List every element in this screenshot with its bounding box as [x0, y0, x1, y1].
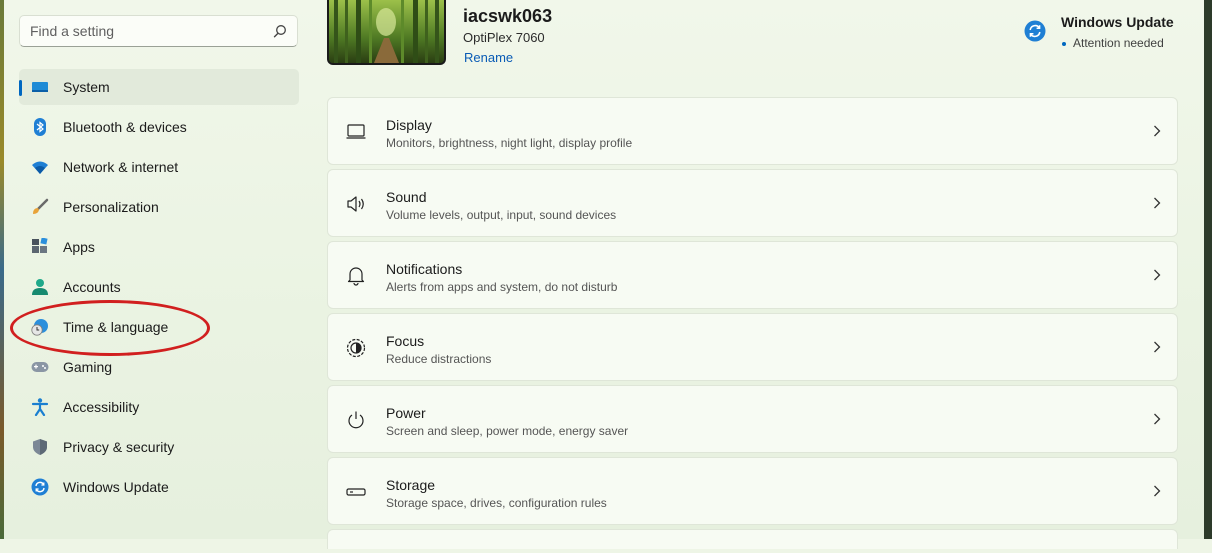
system-settings-list: Display Monitors, brightness, night ligh… [327, 97, 1178, 553]
card-next-partial[interactable] [327, 529, 1178, 549]
card-title: Sound [386, 189, 427, 205]
card-subtitle: Alerts from apps and system, do not dist… [386, 280, 618, 294]
card-subtitle: Screen and sleep, power mode, energy sav… [386, 424, 629, 438]
sidebar-item-accessibility[interactable]: Accessibility [19, 389, 299, 425]
sidebar-item-label: Windows Update [63, 479, 169, 495]
sidebar-item-label: Network & internet [63, 159, 179, 175]
sidebar-item-label: System [63, 79, 110, 95]
speaker-icon [347, 196, 364, 212]
sidebar-item-personalization[interactable]: Personalization [19, 189, 299, 225]
storage-icon [346, 488, 366, 496]
card-subtitle: Volume levels, output, input, sound devi… [386, 208, 617, 222]
card-subtitle: Monitors, brightness, night light, displ… [386, 136, 633, 150]
chevron-right-icon [1154, 341, 1161, 353]
power-icon [348, 411, 364, 429]
sidebar-item-label: Gaming [63, 359, 113, 375]
sidebar-item-system[interactable]: System [19, 69, 299, 105]
sidebar-nav: System Bluetooth & devices Network & int… [19, 69, 299, 509]
card-subtitle: Storage space, drives, configuration rul… [386, 496, 607, 510]
card-sound[interactable]: Sound Volume levels, output, input, soun… [327, 169, 1178, 237]
sidebar-item-label: Accounts [63, 279, 121, 295]
shield-icon [33, 439, 47, 455]
search-box[interactable] [19, 15, 298, 47]
sidebar-item-network[interactable]: Network & internet [19, 149, 299, 185]
sidebar-item-bluetooth[interactable]: Bluetooth & devices [19, 109, 299, 145]
sidebar-item-apps[interactable]: Apps [19, 229, 299, 265]
time-language-icon [31, 319, 48, 336]
device-name: iacswk063 [463, 6, 553, 26]
sidebar-item-label: Privacy & security [63, 439, 175, 455]
card-focus[interactable]: Focus Reduce distractions [327, 313, 1178, 381]
brush-icon [33, 198, 49, 214]
sidebar-item-privacy[interactable]: Privacy & security [19, 429, 299, 465]
chevron-right-icon [1154, 485, 1161, 497]
accounts-icon [32, 279, 48, 295]
gamepad-icon [31, 362, 49, 372]
wifi-icon [32, 161, 48, 174]
card-title: Power [386, 405, 426, 421]
sidebar-item-label: Apps [63, 239, 95, 255]
windows-update-icon[interactable] [1024, 20, 1046, 42]
card-storage[interactable]: Storage Storage space, drives, configura… [327, 457, 1178, 525]
sidebar-item-label: Personalization [63, 199, 159, 215]
sidebar-item-gaming[interactable]: Gaming [19, 349, 299, 385]
sidebar-item-windows-update[interactable]: Windows Update [19, 469, 299, 505]
rename-link[interactable]: Rename [464, 50, 513, 65]
chevron-right-icon [1154, 413, 1161, 425]
card-title: Display [386, 117, 432, 133]
card-title: Focus [386, 333, 425, 349]
card-title: Notifications [386, 261, 463, 277]
chevron-right-icon [1154, 125, 1161, 137]
chevron-right-icon [1154, 197, 1161, 209]
card-power[interactable]: Power Screen and sleep, power mode, ener… [327, 385, 1178, 453]
bamboo-forest-image [329, 0, 444, 63]
device-model: OptiPlex 7060 [463, 30, 545, 45]
system-icon [32, 82, 48, 92]
update-icon [31, 478, 49, 496]
sidebar-item-label: Time & language [63, 319, 169, 335]
card-title: Storage [386, 477, 436, 493]
focus-icon [346, 338, 366, 358]
windows-update-status: Attention needed [1061, 36, 1164, 50]
windows-update-status-text: Attention needed [1073, 36, 1164, 50]
apps-icon [32, 238, 48, 253]
accessibility-icon [31, 398, 49, 416]
sidebar-item-label: Bluetooth & devices [63, 119, 187, 135]
settings-window: System Bluetooth & devices Network & int… [4, 0, 1204, 549]
windows-update-title[interactable]: Windows Update [1061, 14, 1174, 30]
search-input[interactable] [20, 16, 260, 46]
display-icon [346, 124, 366, 139]
chevron-right-icon [1154, 269, 1161, 281]
sidebar-item-accounts[interactable]: Accounts [19, 269, 299, 305]
sidebar-item-label: Accessibility [63, 399, 140, 415]
bluetooth-icon [34, 118, 46, 136]
card-subtitle: Reduce distractions [386, 352, 492, 366]
bell-icon [347, 267, 365, 286]
search-icon[interactable] [273, 24, 287, 38]
card-display[interactable]: Display Monitors, brightness, night ligh… [327, 97, 1178, 165]
desktop-edge-right [1204, 0, 1212, 539]
device-wallpaper-thumbnail [327, 0, 446, 65]
sidebar-item-time-language[interactable]: Time & language [19, 309, 299, 345]
status-dot-icon [1062, 41, 1066, 46]
card-notifications[interactable]: Notifications Alerts from apps and syste… [327, 241, 1178, 309]
